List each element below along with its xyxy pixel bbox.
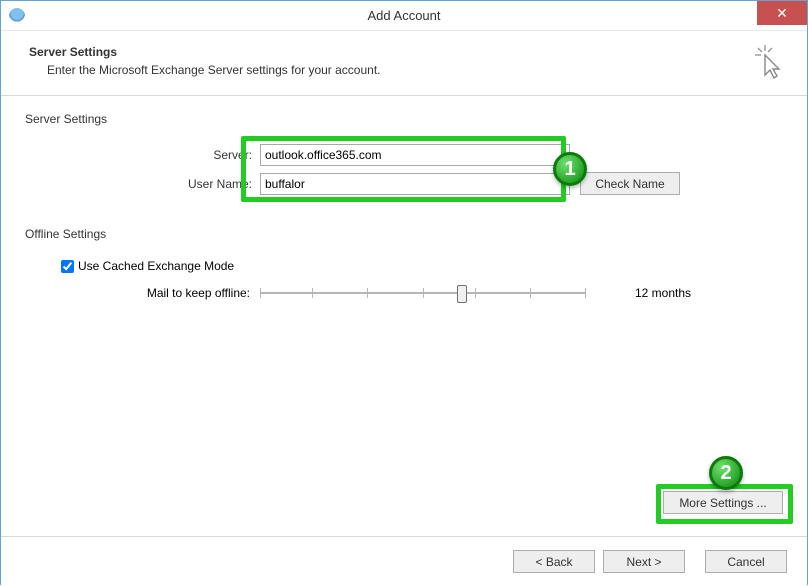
username-label: User Name: [25, 177, 260, 191]
mail-keep-slider[interactable] [260, 283, 585, 303]
close-icon: ✕ [776, 6, 788, 20]
server-input[interactable] [260, 144, 570, 166]
server-section-label: Server Settings [25, 112, 783, 126]
cached-mode-label: Use Cached Exchange Mode [78, 259, 234, 273]
titlebar: Add Account ✕ [1, 1, 807, 31]
mail-keep-label: Mail to keep offline: [25, 286, 260, 300]
more-settings-button[interactable]: More Settings ... [663, 491, 783, 514]
back-button[interactable]: < Back [513, 550, 595, 573]
cached-mode-checkbox[interactable] [61, 260, 74, 273]
server-row: Server: [25, 144, 783, 166]
cancel-button[interactable]: Cancel [705, 550, 787, 573]
cursor-icon [755, 45, 785, 82]
next-button[interactable]: Next > [603, 550, 685, 573]
wizard-header: Server Settings Enter the Microsoft Exch… [1, 31, 807, 96]
cached-mode-row: Use Cached Exchange Mode [61, 259, 783, 273]
close-button[interactable]: ✕ [757, 1, 807, 25]
mail-offline-row: Mail to keep offline: 12 months [25, 283, 783, 303]
header-subtitle: Enter the Microsoft Exchange Server sett… [47, 63, 779, 77]
username-input[interactable] [260, 173, 570, 195]
wizard-footer: < Back Next > Cancel [1, 536, 807, 586]
annotation-badge-2: 2 [709, 456, 743, 490]
header-title: Server Settings [29, 45, 779, 59]
check-name-button[interactable]: Check Name [580, 172, 680, 195]
wizard-body: Server Settings Server: User Name: Check… [1, 96, 807, 536]
window-title: Add Account [1, 8, 807, 23]
globe-icon [9, 8, 25, 24]
server-label: Server: [25, 148, 260, 162]
slider-thumb[interactable] [457, 285, 467, 303]
offline-section-label: Offline Settings [25, 227, 783, 241]
mail-keep-value: 12 months [635, 286, 691, 300]
username-row: User Name: Check Name [25, 172, 783, 195]
